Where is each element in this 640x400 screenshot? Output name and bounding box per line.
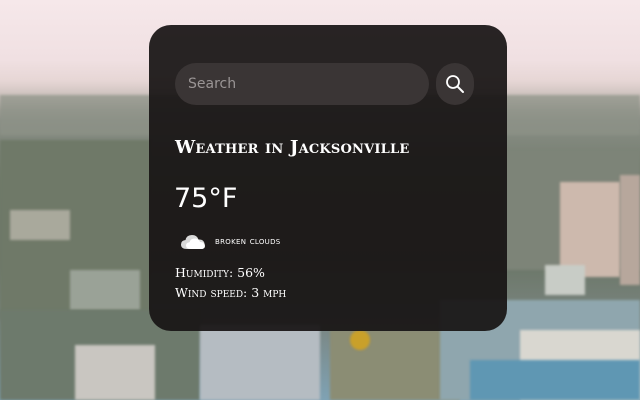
- search-input[interactable]: [175, 63, 429, 105]
- cloud-icon: [181, 235, 206, 249]
- city-title: Weather in Jacksonville: [175, 137, 410, 158]
- temperature: 75°F: [174, 183, 238, 214]
- search-button[interactable]: [436, 63, 474, 105]
- search-icon: [446, 75, 464, 93]
- humidity: Humidity: 56%: [175, 265, 265, 280]
- search-bar[interactable]: [175, 63, 429, 105]
- wind-speed: Wind speed: 3 mph: [175, 285, 287, 300]
- condition-row: broken clouds: [178, 230, 281, 252]
- condition-text: broken clouds: [215, 235, 281, 247]
- weather-card: Weather in Jacksonville 75°F broken clou…: [149, 25, 507, 331]
